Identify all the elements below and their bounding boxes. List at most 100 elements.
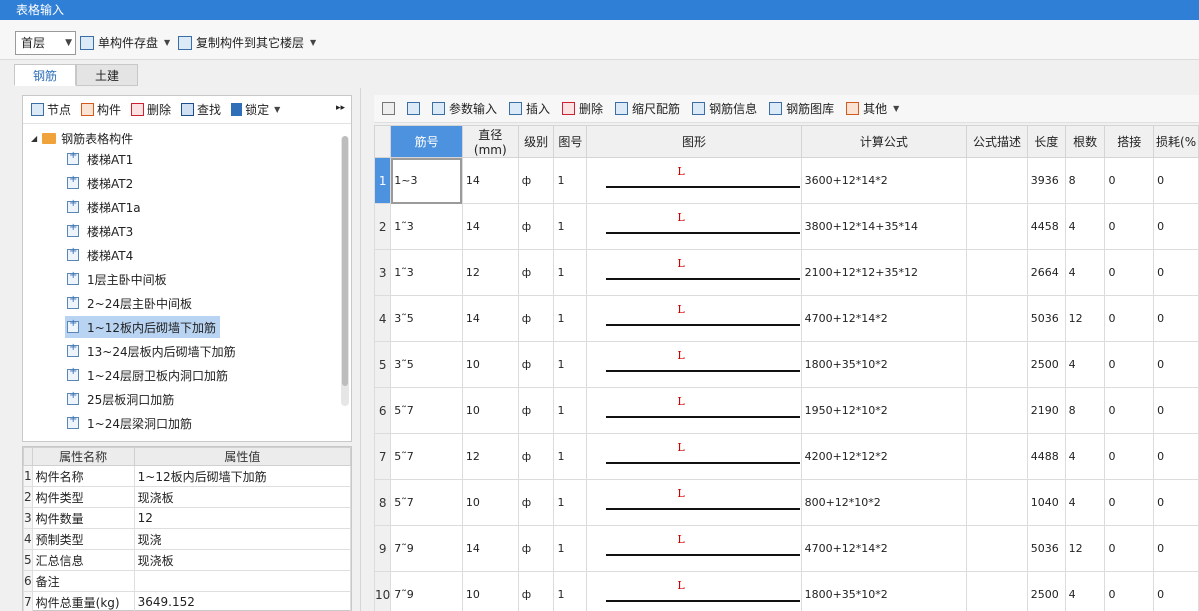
col-header-formula[interactable]: 计算公式 [800, 125, 968, 158]
prop-row[interactable]: 7 构件总重量(kg) 3649.152 [23, 591, 352, 611]
row-number[interactable]: 6 [374, 387, 392, 434]
cell-loss[interactable]: 0 [1153, 203, 1199, 250]
row-number[interactable]: 3 [374, 249, 392, 296]
cell-grade[interactable]: ф [517, 571, 555, 611]
tree-item[interactable]: 楼梯AT2 [67, 172, 137, 194]
panel-splitter[interactable] [360, 88, 361, 611]
find-button[interactable]: 查找 [181, 101, 221, 118]
col-header-loss[interactable]: 损耗(% [1153, 125, 1199, 158]
cell-diameter[interactable]: 14 [461, 157, 519, 204]
prop-row[interactable]: 3 构件数量 12 [23, 507, 352, 529]
table-row[interactable]: 5 3˜5 10 ф 1 L 1800+35*10*2 2500 4 0 0 [374, 341, 1199, 388]
scale-rebar-button[interactable]: 缩尺配筋 [615, 100, 680, 117]
cell-formula-desc[interactable] [966, 157, 1028, 204]
tree-scrollbar[interactable] [341, 136, 349, 406]
cell-figure-no[interactable]: 1 [553, 249, 588, 296]
tree-item[interactable]: 楼梯AT1a [67, 196, 145, 218]
cell-length[interactable]: 2664 [1026, 249, 1066, 296]
cell-figure-no[interactable]: 1 [553, 479, 588, 526]
tree-item[interactable]: 楼梯AT3 [67, 220, 137, 242]
cell-formula-desc[interactable] [966, 249, 1028, 296]
table-row[interactable]: 9 7˜9 14 ф 1 L 4700+12*14*2 5036 12 0 0 [374, 525, 1199, 572]
save-single-component-button[interactable]: 单构件存盘 ▼ [80, 34, 170, 52]
cell-lap[interactable]: 0 [1104, 341, 1155, 388]
cell-count[interactable]: 12 [1064, 295, 1106, 342]
row-number[interactable]: 9 [374, 525, 392, 572]
cell-lap[interactable]: 0 [1104, 479, 1155, 526]
cell-formula-desc[interactable] [966, 525, 1028, 572]
prop-row[interactable]: 2 构件类型 现浇板 [23, 486, 352, 508]
cell-grade[interactable]: ф [517, 157, 555, 204]
row-number[interactable]: 10 [374, 571, 392, 611]
cell-bar-id[interactable]: 7˜9 [390, 571, 463, 611]
cell-diameter[interactable]: 14 [461, 525, 519, 572]
cell-count[interactable]: 4 [1064, 341, 1106, 388]
cell-grade[interactable]: ф [517, 249, 555, 296]
cell-lap[interactable]: 0 [1104, 433, 1155, 480]
col-header-figure-no[interactable]: 图号 [553, 125, 588, 158]
cell-length[interactable]: 3936 [1026, 157, 1066, 204]
cell-grade[interactable]: ф [517, 479, 555, 526]
cell-count[interactable]: 12 [1064, 525, 1106, 572]
param-input-button[interactable]: 参数输入 [432, 100, 497, 117]
rebar-library-button[interactable]: 钢筋图库 [769, 100, 834, 117]
cell-length[interactable]: 4488 [1026, 433, 1066, 480]
cell-diameter[interactable]: 10 [461, 479, 519, 526]
cell-figure-no[interactable]: 1 [553, 203, 588, 250]
tree-item[interactable]: 1~24层厨卫板内洞口加筋 [67, 364, 232, 386]
cell-bar-id[interactable]: 1~3 [390, 157, 463, 204]
tab-rebar[interactable]: 钢筋 [14, 64, 77, 86]
cell-count[interactable]: 4 [1064, 479, 1106, 526]
cell-count[interactable]: 4 [1064, 203, 1106, 250]
cell-lap[interactable]: 0 [1104, 249, 1155, 296]
cell-formula[interactable]: 1950+12*10*2 [800, 387, 968, 434]
prop-row[interactable]: 4 预制类型 现浇 [23, 528, 352, 550]
move-down-button[interactable] [407, 102, 420, 115]
cell-figure-no[interactable]: 1 [553, 157, 588, 204]
cell-count[interactable]: 4 [1064, 571, 1106, 611]
cell-diameter[interactable]: 12 [461, 249, 519, 296]
table-row[interactable]: 10 7˜9 10 ф 1 L 1800+35*10*2 2500 4 0 0 [374, 571, 1199, 611]
row-number[interactable]: 8 [374, 479, 392, 526]
cell-figure-no[interactable]: 1 [553, 341, 588, 388]
prop-row[interactable]: 6 备注 [23, 570, 352, 592]
cell-length[interactable]: 4458 [1026, 203, 1066, 250]
cell-formula-desc[interactable] [966, 479, 1028, 526]
cell-formula[interactable]: 4200+12*12*2 [800, 433, 968, 480]
cell-diameter[interactable]: 12 [461, 433, 519, 480]
tree-item[interactable]: 楼梯AT1 [67, 148, 137, 170]
delete-row-button[interactable]: 删除 [562, 100, 603, 117]
col-header-grade[interactable]: 级别 [517, 125, 555, 158]
cell-bar-id[interactable]: 5˜7 [390, 433, 463, 480]
tab-civil[interactable]: 土建 [76, 64, 139, 86]
cell-lap[interactable]: 0 [1104, 571, 1155, 611]
cell-lap[interactable]: 0 [1104, 295, 1155, 342]
cell-formula-desc[interactable] [966, 341, 1028, 388]
cell-loss[interactable]: 0 [1153, 525, 1199, 572]
cell-grade[interactable]: ф [517, 341, 555, 388]
rebar-info-button[interactable]: 钢筋信息 [692, 100, 757, 117]
cell-figure-no[interactable]: 1 [553, 433, 588, 480]
cell-lap[interactable]: 0 [1104, 203, 1155, 250]
cell-bar-id[interactable]: 5˜7 [390, 387, 463, 434]
table-row[interactable]: 3 1˜3 12 ф 1 L 2100+12*12+35*12 2664 4 0 0 [374, 249, 1199, 296]
cell-grade[interactable]: ф [517, 433, 555, 480]
col-header-diameter[interactable]: 直径(mm) [461, 125, 519, 158]
row-number[interactable]: 5 [374, 341, 392, 388]
cell-grade[interactable]: ф [517, 387, 555, 434]
prop-value[interactable]: 现浇板 [133, 549, 352, 571]
cell-figure-no[interactable]: 1 [553, 387, 588, 434]
table-row[interactable]: 1 1~3 14 ф 1 L 3600+12*14*2 3936 8 0 0 [374, 157, 1199, 204]
add-component-button[interactable]: 构件 [81, 101, 121, 118]
cell-length[interactable]: 2190 [1026, 387, 1066, 434]
col-header-lap[interactable]: 搭接 [1104, 125, 1155, 158]
cell-formula[interactable]: 3800+12*14+35*14 [800, 203, 968, 250]
cell-formula-desc[interactable] [966, 387, 1028, 434]
cell-diameter[interactable]: 10 [461, 571, 519, 611]
cell-count[interactable]: 4 [1064, 249, 1106, 296]
prop-value[interactable]: 现浇板 [133, 486, 352, 508]
cell-length[interactable]: 5036 [1026, 525, 1066, 572]
cell-shape[interactable]: L [586, 295, 802, 342]
col-header-shape[interactable]: 图形 [586, 125, 802, 158]
more-icon[interactable]: ▸▸ [336, 103, 345, 113]
